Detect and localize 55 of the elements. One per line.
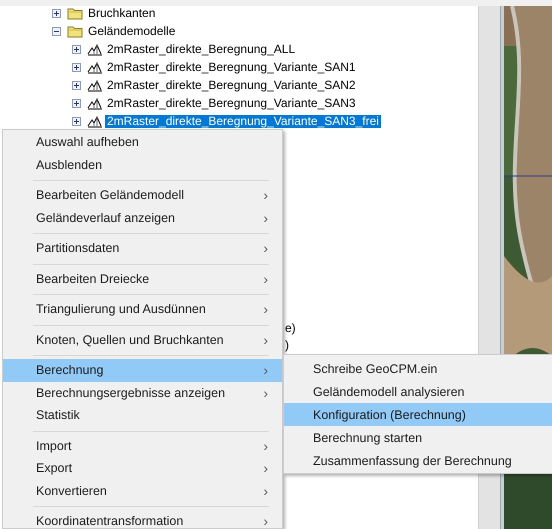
menu-item[interactable]: Berechnung starten	[284, 426, 552, 449]
menu-item[interactable]: Konvertieren ›	[3, 480, 282, 502]
menu-item[interactable]: Zusammenfassung der Berechnung	[284, 449, 552, 472]
tree-item[interactable]: 2mRaster_direkte_Beregnung_Variante_SAN2	[105, 78, 358, 92]
terrain-icon	[87, 96, 102, 110]
menu-item[interactable]: Knoten, Quellen und Bruchkanten ›	[3, 328, 282, 351]
submenu-arrow-icon: ›	[263, 210, 268, 226]
tree-item[interactable]: 2mRaster_direkte_Beregnung_ALL	[105, 42, 298, 56]
submenu-arrow-icon: ›	[263, 240, 268, 256]
submenu-arrow-icon: ›	[263, 513, 268, 528]
tree-item[interactable]: 2mRaster_direkte_Beregnung_Variante_SAN1	[105, 60, 358, 74]
menu-item[interactable]: Konfiguration (Berechnung)	[284, 403, 552, 426]
expand-icon[interactable]	[72, 62, 81, 72]
expand-icon[interactable]	[72, 80, 81, 90]
menu-item[interactable]: Berechnung ›	[3, 359, 282, 382]
submenu-arrow-icon: ›	[263, 384, 268, 401]
menu-item[interactable]: Ausblenden	[3, 154, 282, 176]
submenu-arrow-icon: ›	[263, 332, 268, 348]
menu-item[interactable]: Export ›	[3, 457, 282, 480]
terrain-icon	[87, 78, 102, 92]
terrain-icon	[87, 42, 102, 56]
expand-icon[interactable]	[52, 8, 61, 18]
menu-item[interactable]: Schreibe GeoCPM.ein	[284, 357, 552, 380]
submenu-arrow-icon: ›	[263, 482, 268, 499]
submenu-arrow-icon: ›	[263, 460, 268, 476]
expand-icon[interactable]	[72, 44, 81, 54]
menu-item[interactable]: Partitionsdaten ›	[3, 237, 282, 260]
menu-item[interactable]: Bearbeiten Geländemodell ›	[3, 184, 282, 206]
menu-item[interactable]: Triangulierung und Ausdünnen ›	[3, 298, 282, 320]
folder-icon	[67, 24, 83, 38]
menu-item[interactable]: Berechnungsergebnisse anzeigen ›	[3, 382, 282, 404]
menu-item[interactable]: Auswahl aufheben	[3, 131, 282, 154]
tree-item[interactable]: )	[285, 338, 289, 352]
menu-item[interactable]: Bearbeiten Dreiecke ›	[3, 268, 282, 290]
terrain-icon	[87, 60, 102, 74]
menu-item[interactable]: Geländeverlauf anzeigen ›	[3, 206, 282, 229]
menu-item[interactable]: Statistik	[3, 404, 282, 426]
expand-icon[interactable]	[72, 116, 81, 126]
submenu-arrow-icon: ›	[263, 187, 268, 204]
tree-item[interactable]: 2mRaster_direkte_Beregnung_Variante_SAN3_frei	[105, 114, 381, 128]
tree-item[interactable]: Bruchkanten	[86, 6, 158, 20]
tree-item[interactable]: e)	[285, 321, 296, 335]
submenu-arrow-icon: ›	[263, 438, 268, 454]
menu-item[interactable]: Koordinatentransformation ›	[3, 510, 282, 528]
submenu-arrow-icon: ›	[263, 362, 268, 378]
collapse-icon[interactable]	[52, 26, 61, 36]
tree-item[interactable]: 2mRaster_direkte_Beregnung_Variante_SAN3	[105, 96, 358, 110]
menu-item[interactable]: Geländemodell analysieren	[284, 380, 552, 403]
submenu-arrow-icon: ›	[263, 301, 268, 318]
tree-item[interactable]: Geländemodelle	[86, 24, 178, 38]
folder-icon	[67, 6, 83, 20]
expand-icon[interactable]	[72, 98, 81, 108]
submenu-arrow-icon: ›	[263, 270, 268, 287]
terrain-icon	[87, 114, 102, 128]
menu-item[interactable]: Import ›	[3, 434, 282, 457]
